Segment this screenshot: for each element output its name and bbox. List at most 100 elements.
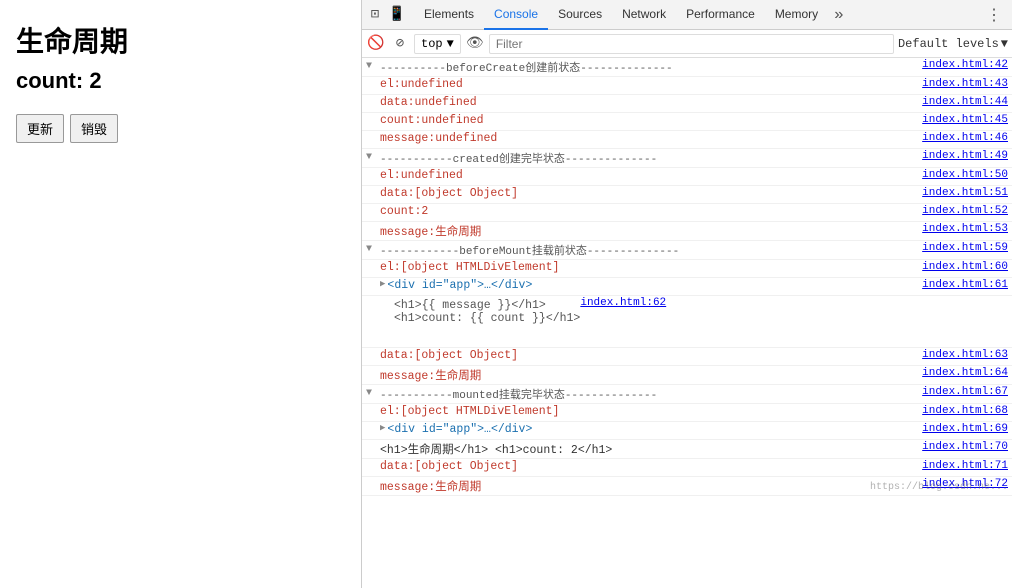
more-tabs-icon[interactable]: » — [828, 2, 850, 28]
triangle-icon[interactable]: ▼ — [366, 59, 380, 72]
log-line: el:undefined index.html:43 — [362, 77, 1012, 95]
log-file-link[interactable]: index.html:50 — [922, 169, 1012, 181]
devtools-tabs-bar: ⊡ 📱 Elements Console Sources Network Per… — [362, 0, 1012, 30]
code-line: <h1>{{ message }}</h1> — [394, 299, 580, 312]
log-file-link[interactable]: index.html:70 — [922, 441, 1012, 453]
log-file-link[interactable]: index.html:46 — [922, 132, 1012, 144]
destroy-button[interactable]: 销毁 — [70, 114, 118, 143]
log-text: <div id="app">…</div> — [387, 279, 922, 292]
tab-elements[interactable]: Elements — [414, 0, 484, 30]
log-text: data:[object Object] — [380, 187, 922, 200]
log-file-link[interactable]: index.html:43 — [922, 78, 1012, 90]
log-text: message:生命周期 — [380, 367, 922, 383]
log-line: ▼ -----------created创建完毕状态--------------… — [362, 149, 1012, 168]
triangle-icon[interactable]: ▼ — [366, 242, 380, 255]
log-text: ----------beforeCreate创建前状态-------------… — [380, 59, 922, 75]
log-text: el:[object HTMLDivElement] — [380, 261, 922, 274]
log-file-link[interactable]: index.html:71 — [922, 460, 1012, 472]
log-text: data:[object Object] — [380, 349, 922, 362]
console-output: ▼ ----------beforeCreate创建前状态-----------… — [362, 58, 1012, 588]
devtools-menu-icon[interactable]: ⋮ — [980, 1, 1008, 29]
triangle-icon[interactable]: ▼ — [366, 386, 380, 399]
log-file-link[interactable]: index.html:67 — [922, 386, 1012, 398]
log-levels-chevron: ▼ — [1001, 37, 1008, 51]
log-file-link[interactable]: index.html:52 — [922, 205, 1012, 217]
log-file-link[interactable]: index.html:68 — [922, 405, 1012, 417]
log-line: data:undefined index.html:44 — [362, 95, 1012, 113]
log-text: count:2 — [380, 205, 922, 218]
log-line: el:[object HTMLDivElement] index.html:68 — [362, 404, 1012, 422]
log-file-link[interactable]: index.html:42 — [922, 59, 1012, 71]
filter-input[interactable] — [489, 34, 894, 54]
log-line: message:生命周期 index.html:64 — [362, 366, 1012, 385]
tab-console[interactable]: Console — [484, 0, 548, 30]
console-toolbar: 🚫 ⊘ top ▼ 👁 Default levels ▼ — [362, 30, 1012, 58]
log-line: message:生命周期 index.html:72 https://blog.… — [362, 477, 1012, 496]
log-line: message:undefined index.html:46 — [362, 131, 1012, 149]
log-line: <h1>生命周期</h1> <h1>count: 2</h1> index.ht… — [362, 440, 1012, 459]
count-display: count: 2 — [16, 68, 345, 94]
log-file-link[interactable]: index.html:59 — [922, 242, 1012, 254]
log-file-link[interactable]: index.html:53 — [922, 223, 1012, 235]
log-text: message:生命周期 — [380, 478, 922, 494]
code-block: <h1>{{ message }}</h1> <h1>count: {{ cou… — [394, 297, 580, 327]
log-text: <div id="app">…</div> — [387, 423, 922, 436]
log-text: el:undefined — [380, 78, 922, 91]
expand-icon[interactable]: ▶ — [380, 423, 385, 433]
tab-performance[interactable]: Performance — [676, 0, 765, 30]
filter-icon[interactable]: ⊘ — [390, 34, 410, 54]
context-chevron: ▼ — [447, 37, 454, 51]
expand-icon[interactable]: ▶ — [380, 279, 385, 289]
inspect-icon[interactable]: ⊡ — [366, 6, 384, 24]
eye-icon[interactable]: 👁 — [465, 34, 485, 54]
log-line: ▶ <div id="app">…</div> index.html:69 — [362, 422, 1012, 440]
triangle-icon[interactable]: ▼ — [366, 150, 380, 163]
log-line: data:[object Object] index.html:71 — [362, 459, 1012, 477]
log-text: data:undefined — [380, 96, 922, 109]
code-line: <h1>count: {{ count }}</h1> — [394, 312, 580, 325]
log-line: data:[object Object] index.html:63 — [362, 348, 1012, 366]
log-line: ▼ ----------beforeCreate创建前状态-----------… — [362, 58, 1012, 77]
log-line: el:[object HTMLDivElement] index.html:60 — [362, 260, 1012, 278]
devtools-panel: ⊡ 📱 Elements Console Sources Network Per… — [362, 0, 1012, 588]
log-text: count:undefined — [380, 114, 922, 127]
log-file-link[interactable]: index.html:69 — [922, 423, 1012, 435]
log-text: el:[object HTMLDivElement] — [380, 405, 922, 418]
button-group: 更新 销毁 — [16, 114, 345, 143]
log-file-link[interactable]: index.html:64 — [922, 367, 1012, 379]
clear-console-icon[interactable]: 🚫 — [366, 34, 386, 54]
log-file-link[interactable]: index.html:45 — [922, 114, 1012, 126]
log-file-link[interactable]: index.html:49 — [922, 150, 1012, 162]
log-text: message:undefined — [380, 132, 922, 145]
log-text: -----------created创建完毕状态-------------- — [380, 150, 922, 166]
log-text: message:生命周期 — [380, 223, 922, 239]
tab-network[interactable]: Network — [612, 0, 676, 30]
log-line: ▶ <div id="app">…</div> index.html:61 — [362, 278, 1012, 296]
log-file-link[interactable]: index.html:60 — [922, 261, 1012, 273]
tab-sources[interactable]: Sources — [548, 0, 612, 30]
log-line: data:[object Object] index.html:51 — [362, 186, 1012, 204]
context-selector[interactable]: top ▼ — [414, 34, 461, 54]
log-file-link[interactable]: index.html:44 — [922, 96, 1012, 108]
log-text: <h1>生命周期</h1> <h1>count: 2</h1> — [380, 441, 922, 457]
log-file-link[interactable]: index.html:51 — [922, 187, 1012, 199]
left-panel: 生命周期 count: 2 更新 销毁 — [0, 0, 362, 588]
tab-memory[interactable]: Memory — [765, 0, 828, 30]
log-text: ------------beforeMount挂载前状态------------… — [380, 242, 922, 258]
log-line: message:生命周期 index.html:53 — [362, 222, 1012, 241]
log-text: data:[object Object] — [380, 460, 922, 473]
log-line: count:2 index.html:52 — [362, 204, 1012, 222]
log-levels-label: Default levels — [898, 37, 999, 51]
log-line: ▼ -----------mounted挂载完毕状态--------------… — [362, 385, 1012, 404]
context-label: top — [421, 37, 443, 51]
update-button[interactable]: 更新 — [16, 114, 64, 143]
log-levels-selector[interactable]: Default levels ▼ — [898, 37, 1008, 51]
page-title: 生命周期 — [16, 20, 345, 60]
device-icon[interactable]: 📱 — [388, 6, 406, 24]
watermark: https://blog.csdn.ne... — [866, 480, 1012, 495]
log-text: el:undefined — [380, 169, 922, 182]
log-file-link[interactable]: index.html:63 — [922, 349, 1012, 361]
log-file-link[interactable]: index.html:62 — [580, 297, 670, 309]
log-file-link[interactable]: index.html:61 — [922, 279, 1012, 291]
log-line: el:undefined index.html:50 — [362, 168, 1012, 186]
